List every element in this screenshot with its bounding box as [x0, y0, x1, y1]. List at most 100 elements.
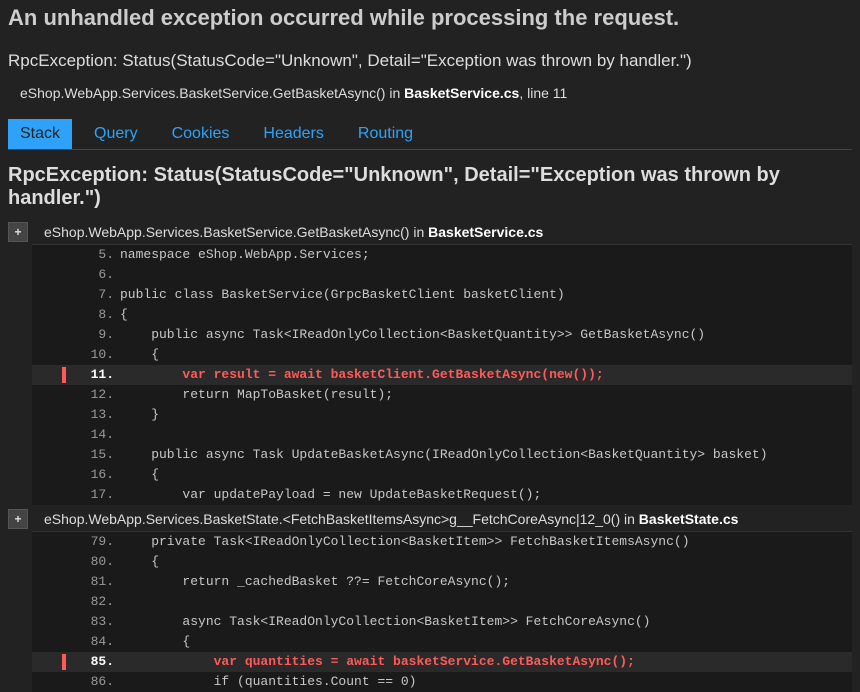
gutter	[32, 652, 72, 672]
gutter	[32, 245, 72, 265]
code-line: 13. }	[32, 405, 852, 425]
expand-frame-button[interactable]: +	[8, 222, 28, 242]
code-text: }	[120, 405, 159, 425]
code-line: 6.	[32, 265, 852, 285]
code-text: return MapToBasket(result);	[120, 385, 393, 405]
line-number: 82.	[72, 592, 120, 612]
frame-header[interactable]: eShop.WebApp.Services.BasketService.GetB…	[44, 222, 852, 242]
code-text: return _cachedBasket ??= FetchCoreAsync(…	[120, 572, 510, 592]
code-line: 8.{	[32, 305, 852, 325]
line-number: 6.	[72, 265, 120, 285]
line-number: 17.	[72, 485, 120, 505]
tab-query[interactable]: Query	[82, 119, 150, 149]
code-text: {	[120, 465, 159, 485]
code-line: 11. var result = await basketClient.GetB…	[32, 365, 852, 385]
gutter	[32, 552, 72, 572]
origin-prefix: eShop.WebApp.Services.BasketService.GetB…	[20, 85, 404, 101]
code-line: 80. {	[32, 552, 852, 572]
code-line: 7.public class BasketService(GrpcBasketC…	[32, 285, 852, 305]
page-title: An unhandled exception occurred while pr…	[8, 4, 852, 33]
expand-frame-button[interactable]: +	[8, 509, 28, 529]
line-number: 9.	[72, 325, 120, 345]
highlight-marker	[62, 367, 66, 383]
code-text: if (quantities.Count == 0)	[120, 672, 416, 692]
line-number: 83.	[72, 612, 120, 632]
exception-origin: eShop.WebApp.Services.BasketService.GetB…	[20, 85, 852, 101]
frame-method: eShop.WebApp.Services.BasketState.<Fetch…	[44, 511, 639, 527]
code-line: 9. public async Task<IReadOnlyCollection…	[32, 325, 852, 345]
gutter	[32, 465, 72, 485]
code-text: public async Task UpdateBasketAsync(IRea…	[120, 445, 768, 465]
exception-summary: RpcException: Status(StatusCode="Unknown…	[8, 51, 852, 71]
code-line: 83. async Task<IReadOnlyCollection<Baske…	[32, 612, 852, 632]
code-text: {	[120, 632, 190, 652]
code-line: 82.	[32, 592, 852, 612]
code-text: var quantities = await basketService.Get…	[120, 652, 635, 672]
code-text: {	[120, 305, 128, 325]
stack-frames: + eShop.WebApp.Services.BasketService.Get…	[8, 218, 852, 692]
line-number: 13.	[72, 405, 120, 425]
tab-cookies[interactable]: Cookies	[160, 119, 242, 149]
code-text: namespace eShop.WebApp.Services;	[120, 245, 370, 265]
gutter	[32, 265, 72, 285]
stack-exception-heading: RpcException: Status(StatusCode="Unknown…	[8, 164, 852, 210]
line-number: 85.	[72, 652, 120, 672]
code-block: 5.namespace eShop.WebApp.Services;6.7.pu…	[32, 244, 852, 505]
gutter	[32, 572, 72, 592]
gutter	[32, 532, 72, 552]
code-line: 16. {	[32, 465, 852, 485]
line-number: 15.	[72, 445, 120, 465]
tab-headers[interactable]: Headers	[251, 119, 335, 149]
line-number: 16.	[72, 465, 120, 485]
code-text: {	[120, 345, 159, 365]
code-block: 79. private Task<IReadOnlyCollection<Bas…	[32, 531, 852, 692]
code-text: async Task<IReadOnlyCollection<BasketIte…	[120, 612, 651, 632]
code-line: 84. {	[32, 632, 852, 652]
code-line: 81. return _cachedBasket ??= FetchCoreAs…	[32, 572, 852, 592]
line-number: 5.	[72, 245, 120, 265]
frame-file: BasketService.cs	[428, 224, 543, 240]
gutter	[32, 612, 72, 632]
gutter	[32, 325, 72, 345]
code-text: public async Task<IReadOnlyCollection<Ba…	[120, 325, 705, 345]
code-text: public class BasketService(GrpcBasketCli…	[120, 285, 565, 305]
line-number: 79.	[72, 532, 120, 552]
gutter	[32, 672, 72, 692]
tab-stack[interactable]: Stack	[8, 119, 72, 149]
code-line: 86. if (quantities.Count == 0)	[32, 672, 852, 692]
code-text: var result = await basketClient.GetBaske…	[120, 365, 604, 385]
gutter	[32, 425, 72, 445]
tab-routing[interactable]: Routing	[346, 119, 425, 149]
line-number: 8.	[72, 305, 120, 325]
code-line: 12. return MapToBasket(result);	[32, 385, 852, 405]
highlight-marker	[62, 654, 66, 670]
code-line: 5.namespace eShop.WebApp.Services;	[32, 245, 852, 265]
line-number: 86.	[72, 672, 120, 692]
code-text: var updatePayload = new UpdateBasketRequ…	[120, 485, 541, 505]
line-number: 12.	[72, 385, 120, 405]
code-line: 15. public async Task UpdateBasketAsync(…	[32, 445, 852, 465]
line-number: 7.	[72, 285, 120, 305]
line-number: 81.	[72, 572, 120, 592]
gutter	[32, 632, 72, 652]
code-line: 17. var updatePayload = new UpdateBasket…	[32, 485, 852, 505]
frame-header[interactable]: eShop.WebApp.Services.BasketState.<Fetch…	[44, 509, 852, 529]
gutter	[32, 485, 72, 505]
tab-bar: Stack Query Cookies Headers Routing	[8, 119, 852, 150]
code-line: 85. var quantities = await basketService…	[32, 652, 852, 672]
gutter	[32, 345, 72, 365]
code-line: 10. {	[32, 345, 852, 365]
line-number: 80.	[72, 552, 120, 572]
gutter	[32, 385, 72, 405]
gutter	[32, 365, 72, 385]
code-line: 79. private Task<IReadOnlyCollection<Bas…	[32, 532, 852, 552]
code-line: 14.	[32, 425, 852, 445]
gutter	[32, 592, 72, 612]
frame-file: BasketState.cs	[639, 511, 739, 527]
frame-method: eShop.WebApp.Services.BasketService.GetB…	[44, 224, 428, 240]
line-number: 10.	[72, 345, 120, 365]
code-text: private Task<IReadOnlyCollection<BasketI…	[120, 532, 690, 552]
gutter	[32, 445, 72, 465]
stack-frame: + eShop.WebApp.Services.BasketState.<Fetc…	[8, 505, 852, 692]
line-number: 14.	[72, 425, 120, 445]
